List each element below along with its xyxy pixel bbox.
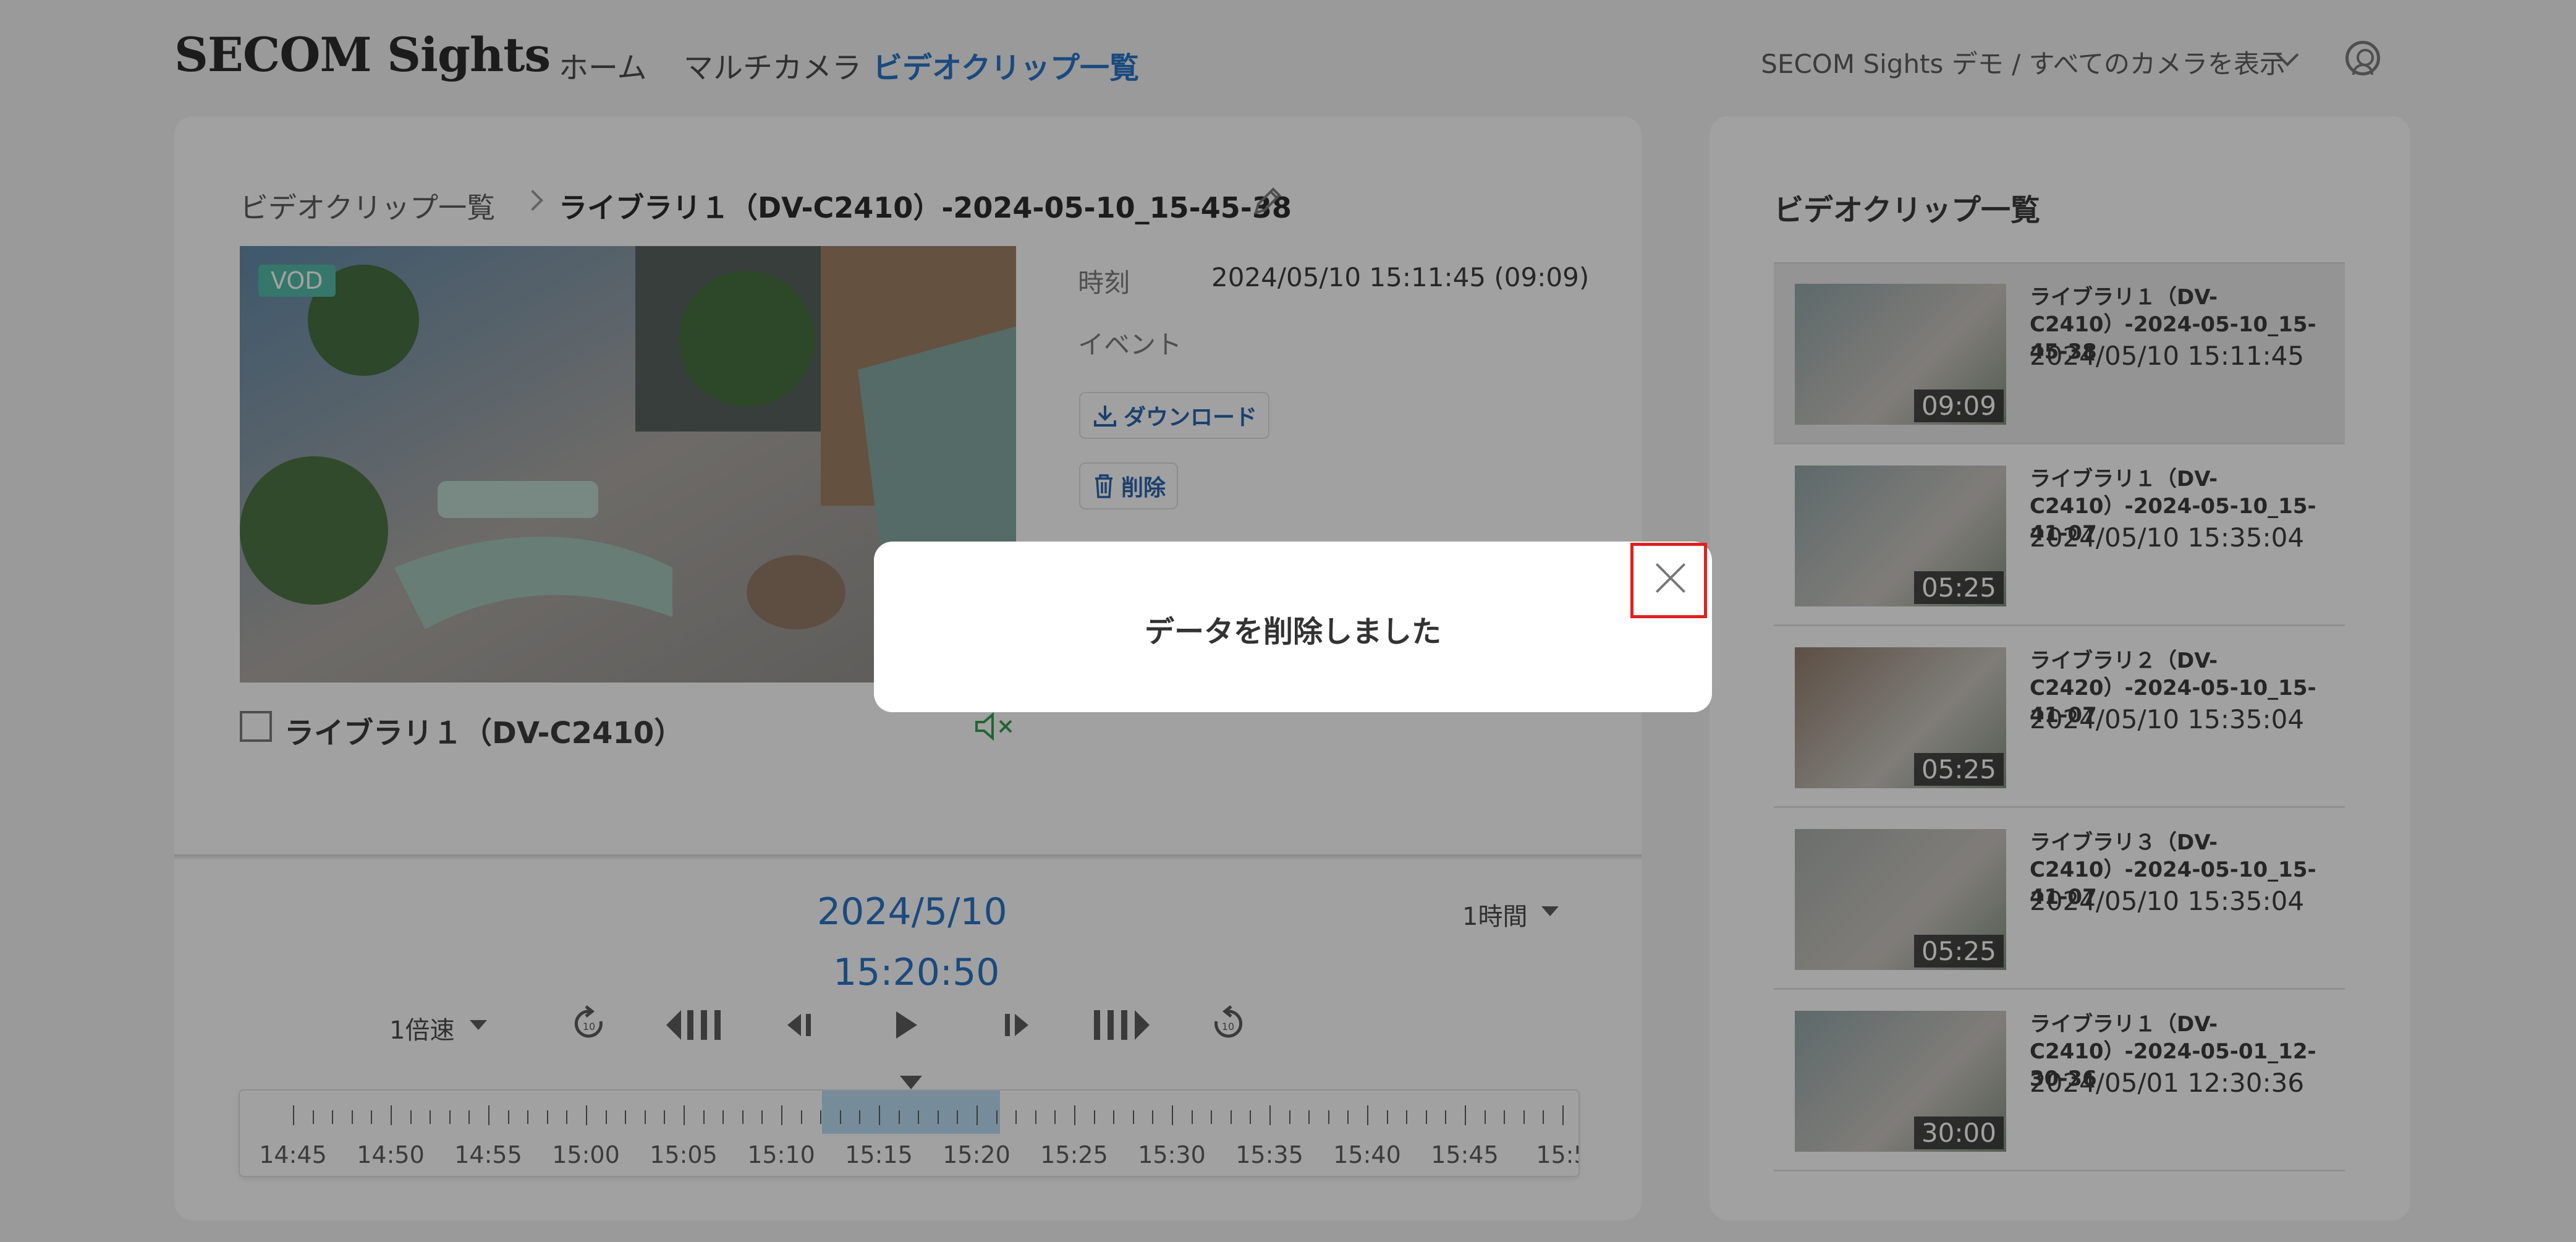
- dialog-message: データを削除しました: [1144, 615, 1441, 649]
- close-icon[interactable]: [1630, 543, 1707, 618]
- notification-dialog: データを削除しました: [874, 542, 1712, 712]
